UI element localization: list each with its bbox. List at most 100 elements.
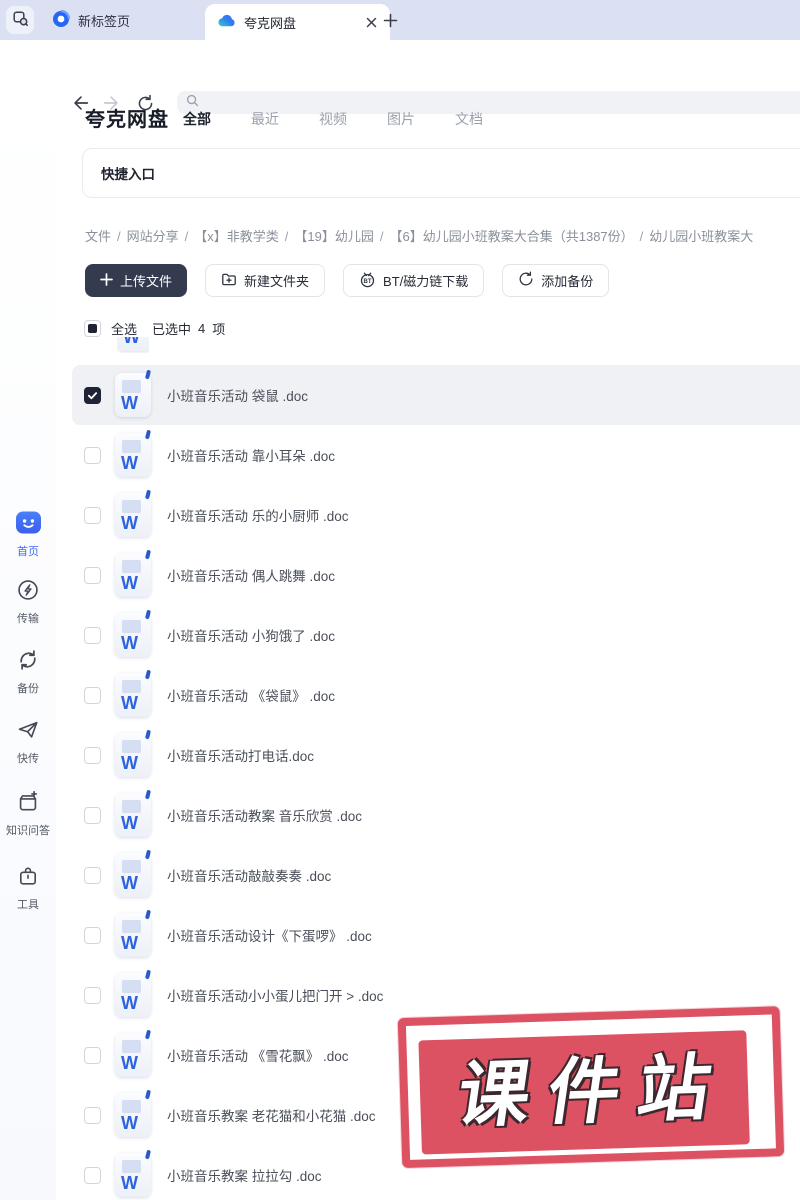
row-checkbox[interactable] [84, 1166, 101, 1184]
file-name[interactable]: 小班音乐活动 偶人跳舞 .doc [167, 565, 335, 585]
word-letter: W [121, 393, 138, 413]
row-checkbox[interactable] [84, 986, 101, 1004]
select-all-label[interactable]: 全选 [111, 319, 137, 338]
file-name[interactable]: 小班音乐活动 袋鼠 .doc [167, 385, 308, 405]
word-doc-icon: W [115, 969, 152, 1017]
close-tab-icon[interactable] [362, 13, 380, 31]
file-name[interactable]: 小班音乐活动 《雪花飘》 .doc [167, 1045, 349, 1065]
word-letter: W [121, 453, 138, 473]
breadcrumb-item[interactable]: 【6】幼儿园小班教案大合集（共1387份） [390, 229, 634, 244]
folded-corner [144, 1089, 152, 1100]
sidebar-item-label: 传输 [17, 613, 39, 625]
breadcrumb-item[interactable]: 【19】幼儿园 [294, 229, 373, 244]
tab-search-button[interactable] [6, 6, 34, 34]
row-checkbox[interactable] [84, 866, 101, 884]
new-folder-label: 新建文件夹 [244, 274, 310, 289]
file-name[interactable]: 小班音乐活动 小狗饿了 .doc [167, 625, 335, 645]
folded-corner [144, 789, 152, 800]
folded-corner [144, 1149, 152, 1160]
sidebar-item-label: 快传 [17, 753, 39, 765]
page-title: 夸克网盘 [85, 109, 169, 131]
file-name[interactable]: 小班音乐教案 拉拉勾 .doc [167, 1165, 322, 1185]
doc-header-block [122, 740, 141, 753]
word-letter: W [121, 873, 138, 893]
file-row[interactable]: W 小班音乐活动 袋鼠 .doc [72, 365, 800, 425]
plus-icon [100, 272, 113, 289]
home-smiley-icon [15, 511, 42, 539]
doc-header-block [122, 380, 141, 393]
word-letter: W [121, 573, 138, 593]
word-doc-icon: W [115, 909, 152, 957]
select-all-checkbox[interactable] [84, 320, 101, 337]
breadcrumb-item[interactable]: 网站分享 [127, 229, 179, 244]
quark-browser-logo-icon [52, 9, 71, 31]
breadcrumb-item[interactable]: 文件 [85, 229, 111, 244]
new-folder-button[interactable]: 新建文件夹 [205, 264, 326, 297]
folded-corner [144, 1029, 152, 1040]
browser-tab-quark-drive[interactable]: 夸克网盘 [205, 4, 390, 40]
stamp-text: 课件站 [452, 1047, 734, 1137]
breadcrumb-separator: / [639, 229, 644, 244]
word-doc-icon: W [115, 669, 152, 717]
file-row[interactable]: W 小班音乐活动敲敲奏奏 .doc [72, 845, 800, 905]
tab-document[interactable]: 文档 [455, 109, 483, 129]
folder-plus-icon [221, 271, 237, 290]
file-row[interactable]: W 小班音乐活动 《袋鼠》 .doc [72, 665, 800, 725]
file-row[interactable]: W 小班音乐活动 靠小耳朵 .doc [72, 425, 800, 485]
row-checkbox[interactable] [84, 506, 101, 524]
sidebar-item-knowledge-qa[interactable]: 知识问答 [0, 790, 56, 838]
file-name[interactable]: 小班音乐教案 老花猫和小花猫 .doc [167, 1105, 376, 1125]
word-letter: W [121, 693, 138, 713]
file-name[interactable]: 小班音乐活动 乐的小厨师 .doc [167, 505, 349, 525]
file-name[interactable]: 小班音乐活动教案 音乐欣赏 .doc [167, 805, 362, 825]
row-checkbox[interactable] [84, 446, 101, 464]
sidebar-item-home[interactable]: 首页 [0, 510, 56, 559]
row-checkbox[interactable] [84, 686, 101, 704]
tab-image[interactable]: 图片 [387, 109, 415, 129]
file-row[interactable]: W 小班音乐活动 偶人跳舞 .doc [72, 545, 800, 605]
sidebar-item-tools[interactable]: 工具 [0, 864, 56, 912]
row-checkbox[interactable] [84, 566, 101, 584]
folded-corner [144, 969, 152, 980]
tab-video[interactable]: 视频 [319, 109, 347, 129]
breadcrumb-separator: / [379, 229, 384, 244]
breadcrumb-separator: / [117, 229, 121, 244]
file-row[interactable]: W 小班音乐活动打电话.doc [72, 725, 800, 785]
file-row[interactable]: W 小班音乐活动 乐的小厨师 .doc [72, 485, 800, 545]
breadcrumb-item[interactable]: 幼儿园小班教案大 [649, 229, 753, 244]
tab-all[interactable]: 全部 [183, 109, 211, 129]
row-checkbox[interactable] [84, 386, 101, 404]
sidebar-item-label: 工具 [17, 899, 39, 911]
bt-magnet-download-button[interactable]: BT BT/磁力链下载 [343, 264, 485, 297]
file-row[interactable]: W 小班音乐活动教案 音乐欣赏 .doc [72, 785, 800, 845]
upload-file-button[interactable]: 上传文件 [85, 264, 188, 297]
file-name[interactable]: 小班音乐活动设计《下蛋啰》 .doc [167, 925, 372, 945]
add-backup-button[interactable]: 添加备份 [502, 264, 610, 297]
file-name[interactable]: 小班音乐活动 靠小耳朵 .doc [167, 445, 335, 465]
tab-search-icon [12, 10, 28, 31]
tab-recent[interactable]: 最近 [251, 109, 279, 129]
file-name[interactable]: 小班音乐活动 《袋鼠》 .doc [167, 685, 335, 705]
row-checkbox[interactable] [84, 746, 101, 764]
file-name[interactable]: 小班音乐活动敲敲奏奏 .doc [167, 865, 331, 885]
doc-header-block [122, 1160, 141, 1173]
sidebar-item-backup[interactable]: 备份 [0, 648, 56, 696]
new-tab-plus-icon[interactable] [379, 9, 401, 31]
file-row[interactable]: W 小班音乐活动设计《下蛋啰》 .doc [72, 905, 800, 965]
quick-access-panel[interactable]: 快捷入口 [82, 148, 800, 198]
row-checkbox[interactable] [84, 926, 101, 944]
sidebar-item-transfer[interactable]: 传输 [0, 578, 56, 626]
sidebar-item-quick-send[interactable]: 快传 [0, 718, 56, 766]
file-name[interactable]: 小班音乐活动小小蛋儿把门开 > .doc [167, 985, 383, 1005]
breadcrumb-item[interactable]: 【x】非教学类 [194, 229, 279, 244]
word-doc-icon: W [115, 489, 152, 537]
row-checkbox[interactable] [84, 1046, 101, 1064]
row-checkbox[interactable] [84, 806, 101, 824]
doc-header-block [122, 860, 141, 873]
file-row[interactable]: W 小班音乐活动 小狗饿了 .doc [72, 605, 800, 665]
file-name[interactable]: 小班音乐活动打电话.doc [167, 745, 314, 765]
row-checkbox[interactable] [84, 1106, 101, 1124]
row-checkbox[interactable] [84, 626, 101, 644]
word-doc-icon: W [115, 789, 152, 837]
browser-tab-newtab[interactable]: 新标签页 [38, 0, 144, 40]
